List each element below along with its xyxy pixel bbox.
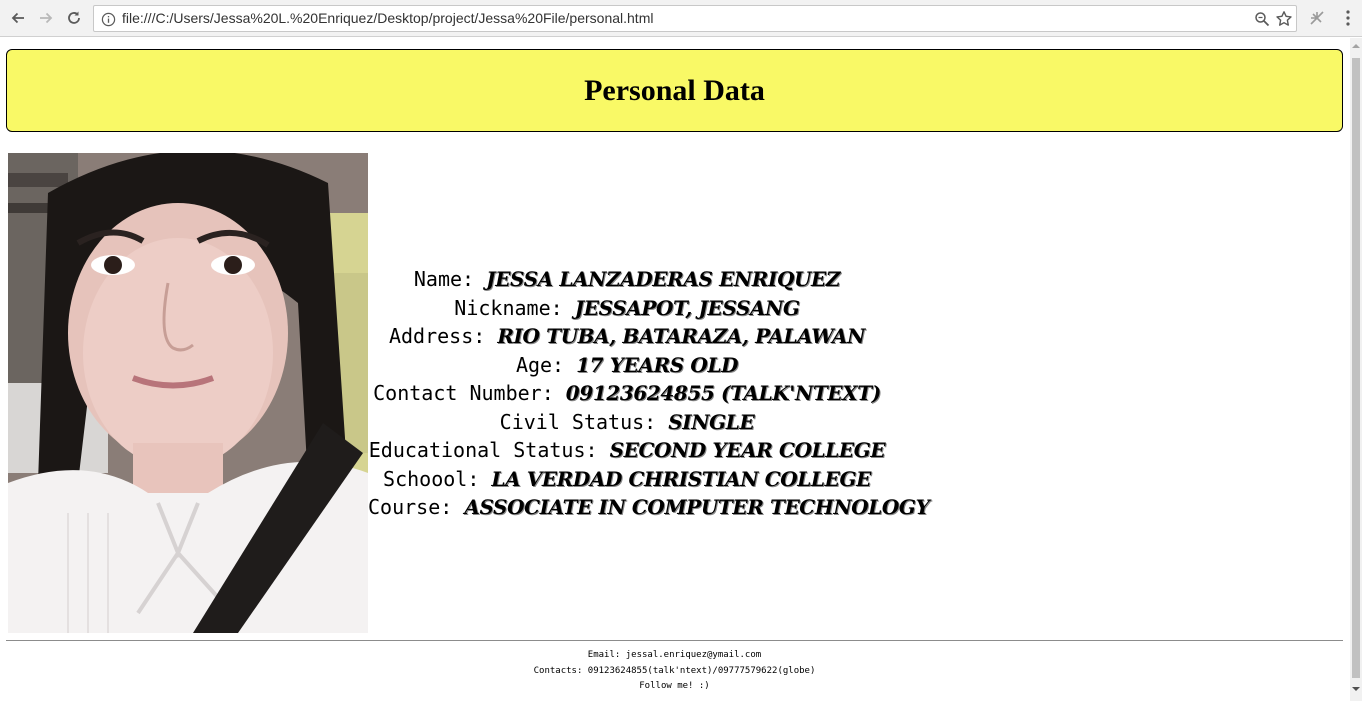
arrow-right-icon [40,12,53,24]
address-url[interactable]: file:///C:/Users/Jessa%20L.%20Enriquez/D… [122,10,653,26]
scroll-down-icon[interactable] [1350,683,1362,695]
star-icon[interactable] [1275,10,1293,28]
detail-value: Rio Tuba, Bataraza, Palawan [497,324,866,348]
detail-value: Jessapot, Jessang [574,295,800,320]
scrollbar-thumb[interactable] [1352,58,1360,678]
address-bar[interactable]: file:///C:/Users/Jessa%20L.%20Enriquez/D… [93,5,1297,32]
reload-button[interactable] [62,6,86,30]
detail-value: Single [668,409,755,434]
detail-label: Address: [388,324,498,348]
detail-row-school: Schoool: La Verdad Christian College [368,465,886,494]
footer-follow: Follow me! :) [639,681,710,691]
footer-contacts: Contacts: 09123624855(talk'ntext)/097775… [533,665,816,676]
detail-value: 09123624855 (Talk'Ntext) [565,381,881,405]
personal-details: Name: Jessa Lanzaderas Enriquez Nickname… [368,265,930,522]
reload-icon [68,11,80,24]
detail-row-nickname: Nickname: Jessapot, Jessang [368,294,886,323]
detail-label: Name: [413,267,487,291]
browser-toolbar: file:///C:/Users/Jessa%20L.%20Enriquez/D… [0,0,1362,37]
detail-row-educational-status: Educational Status: Second Year College [368,436,886,465]
detail-row-civil-status: Civil Status: Single [368,408,886,437]
info-icon[interactable] [100,11,116,27]
extension-icon[interactable] [1308,9,1326,27]
portrait-image [8,153,368,633]
footer-divider [6,640,1343,641]
detail-label: Contact Number: [373,381,566,405]
scroll-up-icon[interactable] [1350,40,1362,52]
detail-label: Course: [368,495,465,519]
detail-value: 17 years old [576,352,739,377]
detail-label: Nickname: [454,295,575,320]
zoom-icon[interactable] [1254,11,1270,27]
detail-row-contact-number: Contact Number: 09123624855 (Talk'Ntext) [368,379,886,408]
detail-label: Educational Status: [368,438,610,462]
footer-email: Email: jessal.enriquez@ymail.com [587,650,762,660]
back-button[interactable] [6,6,30,30]
detail-value: La Verdad Christian College [491,466,871,491]
detail-value: Associate in Computer Technology [464,495,930,519]
detail-label: Age: [515,352,577,377]
arrow-left-icon [11,12,24,24]
header-banner: Personal Data [6,49,1343,132]
forward-button[interactable] [34,6,58,30]
profile-photo [8,153,368,633]
vertical-scrollbar[interactable] [1350,38,1362,701]
detail-value: Second Year College [609,438,886,462]
page-title: Personal Data [584,73,765,107]
detail-label: Schoool: [383,466,492,491]
detail-row-age: Age: 17 years old [368,351,886,380]
detail-label: Civil Status: [499,409,669,434]
detail-row-name: Name: Jessa Lanzaderas Enriquez [368,265,886,294]
detail-row-course: Course: Associate in Computer Technology [368,493,930,522]
detail-value: Jessa Lanzaderas Enriquez [486,267,841,291]
detail-row-address: Address: Rio Tuba, Bataraza, Palawan [368,322,886,351]
kebab-menu-icon[interactable] [1340,9,1356,27]
page-footer: Email: jessal.enriquez@ymail.com Contact… [6,648,1343,695]
